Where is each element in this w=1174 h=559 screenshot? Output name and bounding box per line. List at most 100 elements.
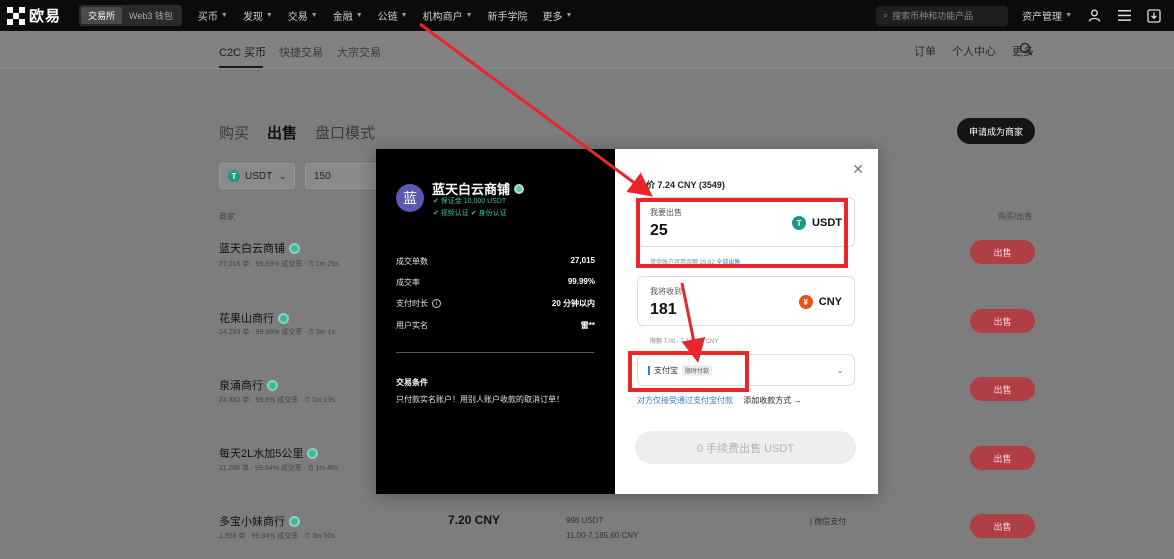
merchant-name-text: 泉涌商行 [219,380,263,392]
tab-block-trade[interactable]: 大宗交易 [337,44,381,60]
menu-finance[interactable]: 金融 ▼ [333,8,363,23]
payment-accent-bar [648,365,650,375]
menu-chain[interactable]: 公链 ▼ [378,8,408,23]
okx-logo[interactable]: 欧易 [7,5,61,26]
chevron-down-icon: ▼ [265,12,273,19]
sell-button[interactable]: 出售 [970,514,1035,538]
active-tab-underline [219,66,263,68]
logo-mark-icon [7,6,25,25]
menu-institutional[interactable]: 机构商户 ▼ [423,8,473,23]
sell-button[interactable]: 出售 [970,309,1035,333]
menu-more[interactable]: 更多 ▼ [543,8,573,23]
merchant-name-text: 花果山商行 [219,313,274,325]
menu-buy-crypto[interactable]: 买币 ▼ [198,8,228,23]
download-icon[interactable] [1146,8,1162,24]
sell-button[interactable]: 出售 [970,377,1035,401]
receive-amount-value[interactable]: 181 [650,301,677,319]
yuan-icon: ¥ [798,295,813,309]
merchant-meta: 14,253 单 · 99.96% 成交率 · ⏱ 3m 1s [219,329,335,336]
coin-filter-value: USDT [245,170,273,182]
stat-label-realname: 用户实名 [396,321,428,330]
tab-quick-trade[interactable]: 快捷交易 [279,44,323,60]
merchant-name[interactable]: 花果山商行 [219,310,289,326]
menu-label: 机构商户 [422,12,463,23]
search-icon[interactable] [1019,42,1033,61]
merchant-name[interactable]: 蓝天白云商铺 [219,240,300,256]
col-merchant-header: 商家 [219,212,235,221]
tab-orderbook-mode[interactable]: 盘口模式 [315,122,375,143]
merchant-meta: 11,288 单 · 99.94% 成交率 · ⏱ 1m 46s [219,465,339,472]
merchant-name-text: 蓝天白云商铺 [219,243,285,255]
user-icon[interactable] [1086,8,1102,24]
payment-method: | 微信支付 [810,517,847,526]
menu-label: 金融 [332,12,353,23]
stat-label-orders: 成交单数 [396,257,428,266]
logo-text: 欧易 [29,8,62,25]
sell-amount-value[interactable]: 25 [650,222,668,240]
sell-amount-label: 我要出售 [650,208,682,217]
menu-label: 交易 [287,12,308,23]
search-placeholder: 搜索币种和功能产品 [892,11,974,21]
global-search-input[interactable]: ⌕ 搜索币种和功能产品 [876,5,1009,26]
stat-label-completion: 成交率 [396,278,420,287]
coin-filter-select[interactable]: T USDT ⌄ [219,163,295,189]
assets-menu[interactable]: 资产管理 ▼ [1022,8,1072,23]
assets-label: 资产管理 [1022,12,1063,23]
verified-badge-icon [514,183,525,194]
search-icon: ⌕ [883,10,889,20]
menu-label: 买币 [197,12,218,23]
chevron-down-icon: ▼ [1065,12,1072,19]
merchant-name[interactable]: 每天2L水加5公里 [219,445,319,461]
apply-merchant-button[interactable]: 申请成为商家 [957,118,1035,144]
sell-submit-button[interactable]: 0 手续费出售 USDT [635,431,856,464]
tab-buy[interactable]: 购买 [219,122,249,143]
balance-hint: 资金账户可用余额 25.82 全部出售 [650,257,740,266]
tab-sell[interactable]: 出售 [267,122,297,143]
stat-value-realname: 雷** [580,321,595,330]
trade-mode-tabs: 购买 出售 盘口模式 [219,122,375,143]
unit-price-line: 单价 7.24 CNY (3549) [637,180,725,190]
verified-badge-icon [267,379,278,391]
payment-method-select[interactable]: 支付宝 限时付款 ⌄ [637,354,855,386]
sell-button[interactable]: 出售 [970,446,1035,470]
payment-note-text: 对方仅接受通过支付宝付款 [637,396,733,405]
tab-c2c-buy[interactable]: C2C 买币 [219,44,266,60]
sell-currency-code: USDT [812,217,842,229]
chevron-down-icon: ▼ [220,12,228,19]
menu-learn[interactable]: 新手学院 [488,8,528,23]
sell-amount-field[interactable]: 我要出售 25 T USDT [637,197,855,247]
chevron-down-icon: ⌄ [836,364,844,375]
merchant-name[interactable]: 泉涌商行 [219,377,278,393]
merchant-name-text: 多宝小妹商行 [219,516,285,528]
deposit-badge: ✔ 保证金 10,000 USDT [433,198,507,205]
verification-badges: ✔ 视频认证 ✔ 身份认证 [433,210,507,217]
chevron-down-icon: ▼ [565,12,573,19]
close-icon[interactable]: ✕ [852,161,864,178]
merchant-meta: 27,016 单 · 99.99% 成交率 · ⏱ 1m 25s [219,261,339,268]
profile-center-link[interactable]: 个人中心 [952,43,996,59]
orders-link[interactable]: 订单 [914,43,936,59]
merchant-meta: 1,958 单 · 99.94% 成交率 · ⏱ 3m 50s [219,533,335,540]
tether-icon: T [228,170,240,182]
chevron-down-icon: ⌄ [279,171,286,181]
sell-form-panel: ✕ 单价 7.24 CNY (3549) 我要出售 25 T USDT 资金账户… [615,149,878,494]
menu-trade[interactable]: 交易 ▼ [288,8,318,23]
payment-method-value: 支付宝 [654,365,678,375]
mode-exchange-tab[interactable]: 交易所 [81,7,123,24]
menu-discover[interactable]: 发现 ▼ [243,8,273,23]
divider [396,352,594,353]
receive-amount-field[interactable]: 我将收到 181 ¥ CNY [637,276,855,326]
merchant-name[interactable]: 多宝小妹商行 [219,513,300,529]
mode-web3-tab[interactable]: Web3 钱包 [122,7,180,24]
menu-lines-icon[interactable] [1116,8,1132,24]
stat-value-payment-time: 20 分钟以内 [551,299,595,308]
merchant-info-panel: 蓝 蓝天白云商铺 ✔ 保证金 10,000 USDT ✔ 视频认证 ✔ 身份认证… [376,149,615,494]
amount-filter-input[interactable]: 150 [305,163,385,189]
add-payment-method-link[interactable]: 添加收款方式 → [743,396,801,405]
info-icon[interactable]: i [432,299,441,308]
sell-all-link[interactable]: 全部出售 [716,260,740,266]
receive-amount-label: 我将收到 [650,287,682,296]
available-amount: 998 USDT [566,516,604,525]
sell-button[interactable]: 出售 [970,240,1035,264]
verified-badge-icon [278,312,289,324]
